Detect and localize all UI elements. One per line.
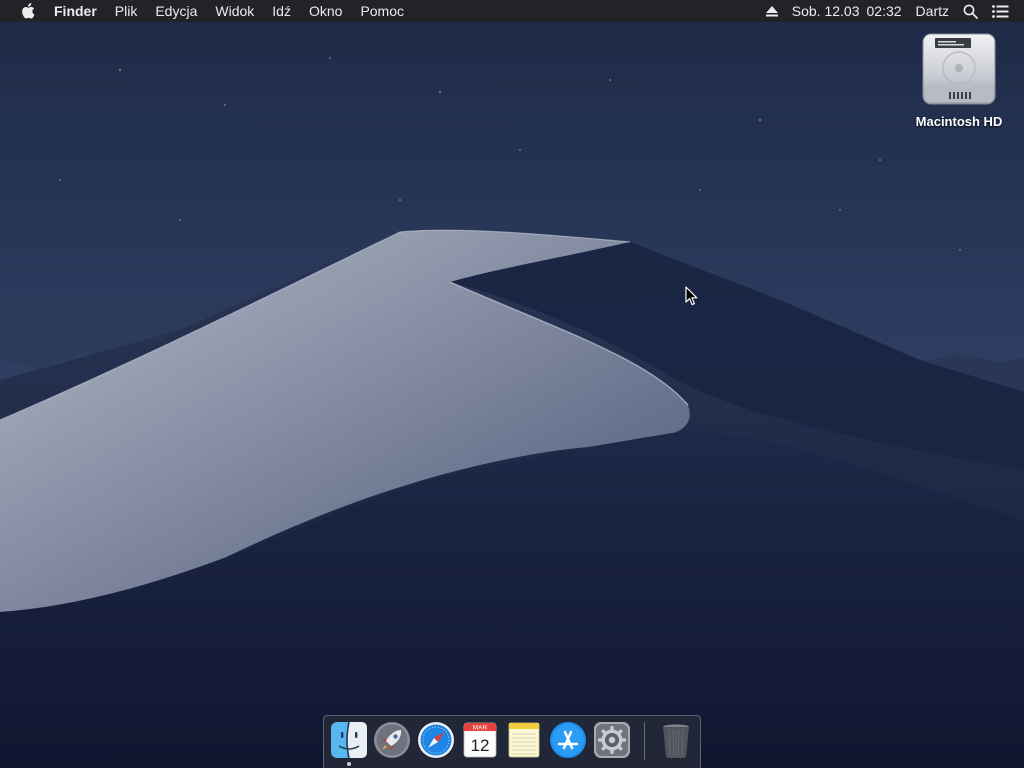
hard-drive-icon bbox=[922, 33, 996, 105]
dock-finder[interactable] bbox=[330, 721, 368, 759]
desktop[interactable]: Finder Plik Edycja Widok Idź Okno Pomoc … bbox=[0, 0, 1024, 768]
dock-app-store[interactable] bbox=[549, 721, 587, 759]
finder-icon bbox=[331, 721, 367, 759]
notification-center-button[interactable] bbox=[985, 4, 1016, 18]
dock-notes[interactable] bbox=[505, 721, 543, 759]
clock-time[interactable]: 02:32 bbox=[867, 0, 909, 22]
calendar-day: 12 bbox=[471, 736, 490, 755]
app-menu-finder[interactable]: Finder bbox=[48, 0, 106, 22]
dock-calendar[interactable]: MAR 12 bbox=[461, 721, 499, 759]
menu-widok[interactable]: Widok bbox=[206, 0, 263, 22]
menu-edycja[interactable]: Edycja bbox=[146, 0, 206, 22]
calendar-icon: MAR 12 bbox=[463, 722, 497, 758]
desktop-icon-label: Macintosh HD bbox=[915, 114, 1003, 129]
menu-bar: Finder Plik Edycja Widok Idź Okno Pomoc … bbox=[0, 0, 1024, 22]
menu-pomoc[interactable]: Pomoc bbox=[351, 0, 413, 22]
desktop-wallpaper bbox=[0, 0, 1024, 768]
clock-date[interactable]: Sob. 12.03 bbox=[785, 0, 867, 22]
menu-plik[interactable]: Plik bbox=[106, 0, 147, 22]
running-indicator bbox=[347, 762, 351, 766]
safari-compass-icon bbox=[418, 722, 454, 758]
user-menu[interactable]: Dartz bbox=[909, 0, 956, 22]
dock-divider bbox=[644, 722, 645, 760]
apple-logo-icon bbox=[22, 3, 35, 19]
dock-safari[interactable] bbox=[417, 721, 455, 759]
spotlight-search-icon bbox=[963, 4, 978, 19]
trash-icon bbox=[663, 724, 689, 758]
dock-trash[interactable] bbox=[657, 721, 695, 759]
notes-icon bbox=[508, 722, 540, 758]
dock: MAR 12 bbox=[323, 715, 701, 768]
spotlight-button[interactable] bbox=[956, 4, 985, 19]
apple-menu[interactable] bbox=[8, 0, 48, 22]
eject-menu[interactable] bbox=[759, 5, 785, 17]
menu-idz[interactable]: Idź bbox=[263, 0, 300, 22]
menu-okno[interactable]: Okno bbox=[300, 0, 351, 22]
eject-icon bbox=[765, 5, 778, 16]
mouse-pointer-icon bbox=[685, 286, 698, 306]
notification-center-icon bbox=[992, 4, 1009, 18]
calendar-month: MAR bbox=[473, 725, 488, 732]
desktop-icon-macintosh-hd[interactable]: Macintosh HD bbox=[904, 30, 1014, 129]
dock-system-preferences[interactable] bbox=[593, 721, 631, 759]
dock-launchpad[interactable] bbox=[373, 721, 411, 759]
gear-icon bbox=[594, 722, 630, 758]
launchpad-rocket-icon bbox=[374, 722, 410, 758]
app-store-icon bbox=[550, 722, 586, 758]
